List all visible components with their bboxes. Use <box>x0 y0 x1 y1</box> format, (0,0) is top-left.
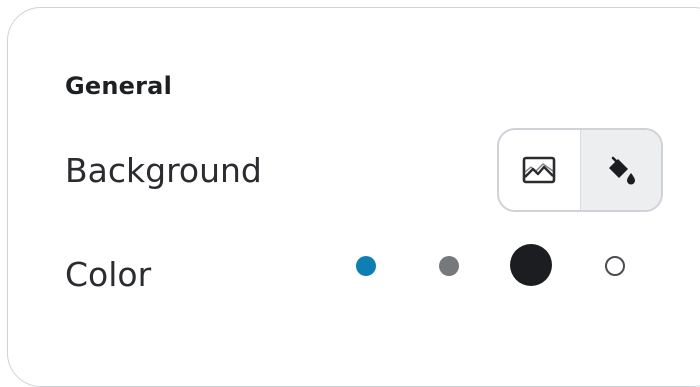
section-title: General <box>65 72 172 100</box>
background-image-button[interactable] <box>499 130 580 210</box>
image-icon <box>522 156 556 184</box>
color-swatch-white[interactable] <box>605 256 625 276</box>
color-label: Color <box>65 255 152 294</box>
paint-bucket-icon <box>608 156 635 185</box>
color-swatch-black[interactable] <box>510 244 552 286</box>
background-label: Background <box>65 151 262 190</box>
color-swatch-blue[interactable] <box>356 256 376 276</box>
color-swatch-gray[interactable] <box>439 256 459 276</box>
background-color-button[interactable] <box>579 130 661 210</box>
settings-panel: General Background Color <box>7 7 700 387</box>
background-segmented-control <box>497 128 663 212</box>
